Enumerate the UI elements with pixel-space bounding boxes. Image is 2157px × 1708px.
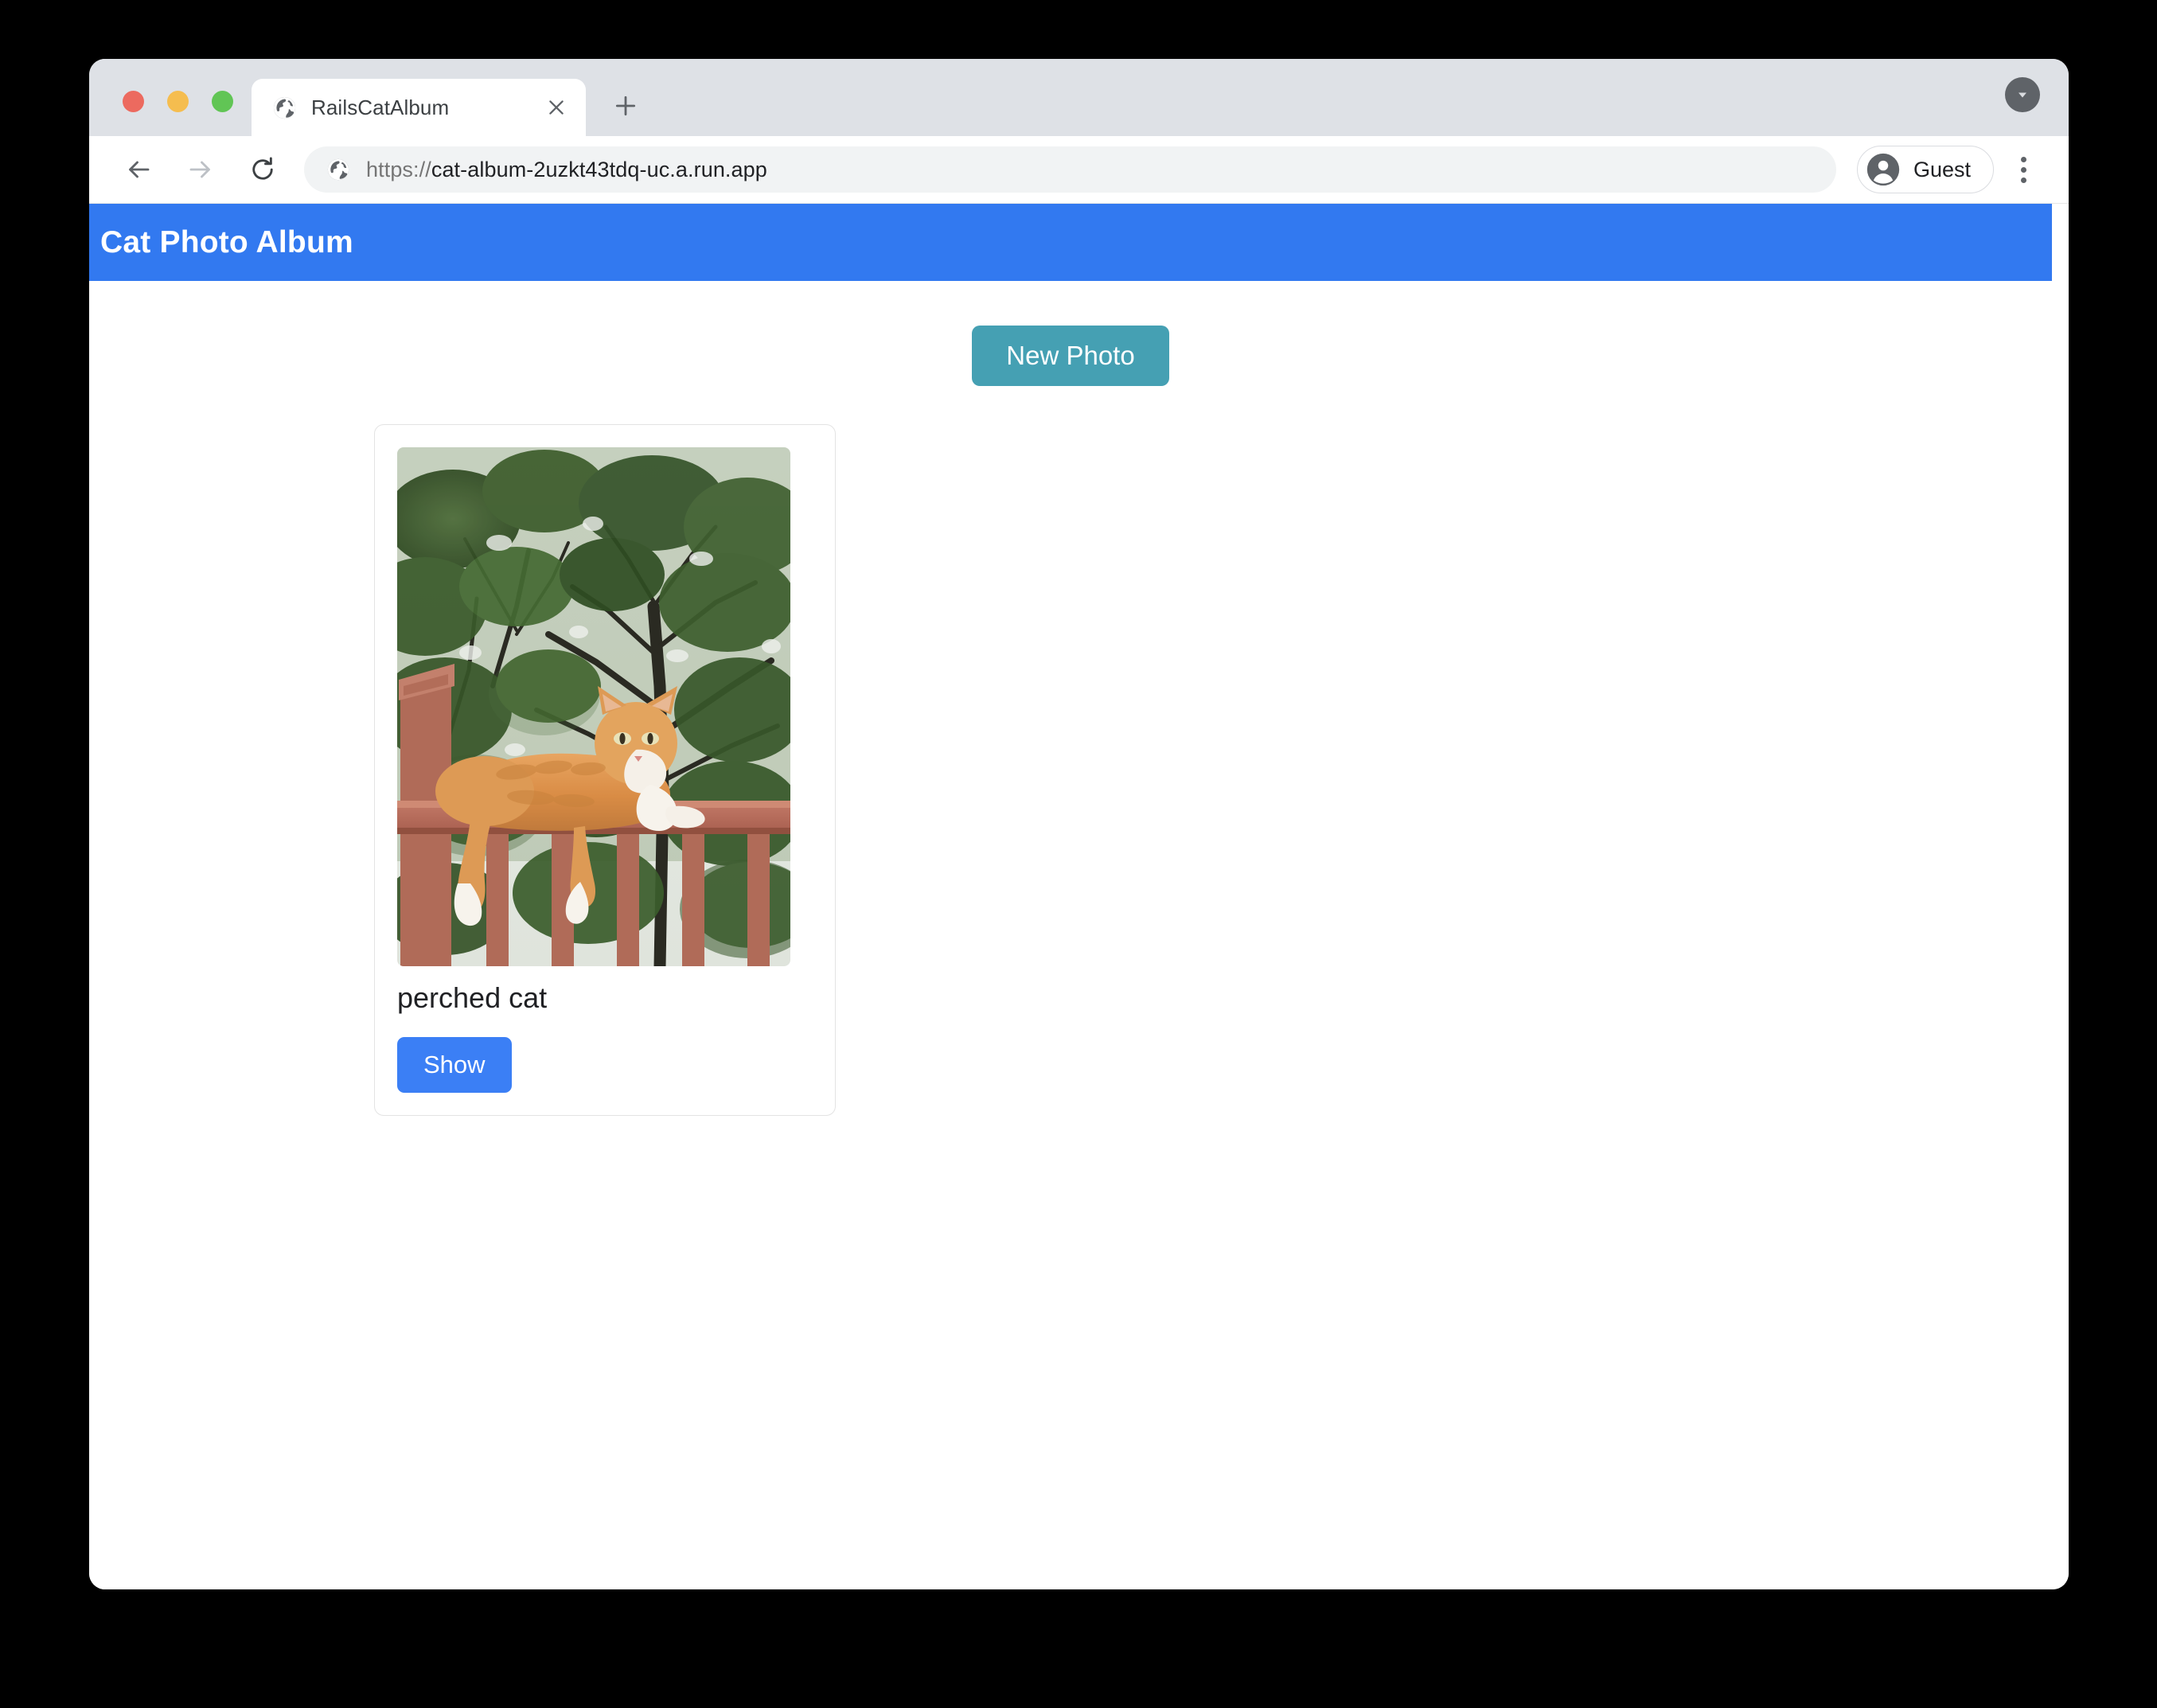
back-arrow-icon[interactable] [115, 146, 162, 193]
app-header-bar: Cat Photo Album [89, 204, 2052, 281]
close-window-button[interactable] [123, 91, 144, 112]
show-photo-button[interactable]: Show [397, 1037, 512, 1093]
account-circle-icon [1866, 152, 1901, 187]
browser-tab[interactable]: RailsCatAlbum [252, 79, 586, 136]
photo-thumbnail[interactable] [397, 446, 790, 966]
tab-strip: RailsCatAlbum [89, 59, 2069, 136]
forward-arrow-icon [177, 146, 224, 193]
close-icon[interactable] [543, 94, 570, 121]
browser-window: RailsCatAlbum https://cat-album-2uzkt43t… [89, 59, 2069, 1589]
window-traffic-lights [89, 91, 233, 136]
page-viewport: Cat Photo Album New Photo perched cat Sh… [89, 204, 2069, 1589]
chevron-down-icon[interactable] [2005, 77, 2040, 112]
url-host: cat-album-2uzkt43tdq-uc.a.run.app [431, 157, 767, 181]
profile-name: Guest [1913, 157, 1971, 181]
globe-icon [326, 158, 350, 181]
browser-toolbar: https://cat-album-2uzkt43tdq-uc.a.run.ap… [89, 136, 2069, 204]
new-photo-button[interactable]: New Photo [972, 326, 1169, 386]
new-photo-toolbar: New Photo [89, 281, 2052, 386]
tab-title: RailsCatAlbum [311, 95, 450, 119]
minimize-window-button[interactable] [167, 91, 189, 112]
globe-icon [272, 96, 297, 120]
photo-card: perched cat Show [374, 423, 836, 1116]
profile-button[interactable]: Guest [1856, 146, 1994, 193]
plus-icon[interactable] [607, 87, 645, 125]
kebab-menu-icon[interactable] [2002, 148, 2045, 191]
page-title: Cat Photo Album [100, 224, 353, 259]
photo-caption: perched cat [397, 981, 548, 1014]
url-text: https://cat-album-2uzkt43tdq-uc.a.run.ap… [366, 158, 767, 182]
reload-icon[interactable] [239, 146, 287, 193]
address-bar[interactable]: https://cat-album-2uzkt43tdq-uc.a.run.ap… [304, 146, 1836, 193]
page-content: New Photo perched cat Show [89, 281, 2052, 1116]
zoom-window-button[interactable] [212, 91, 233, 112]
photo-grid: perched cat Show [89, 386, 2052, 1116]
url-scheme: https:// [366, 157, 431, 181]
